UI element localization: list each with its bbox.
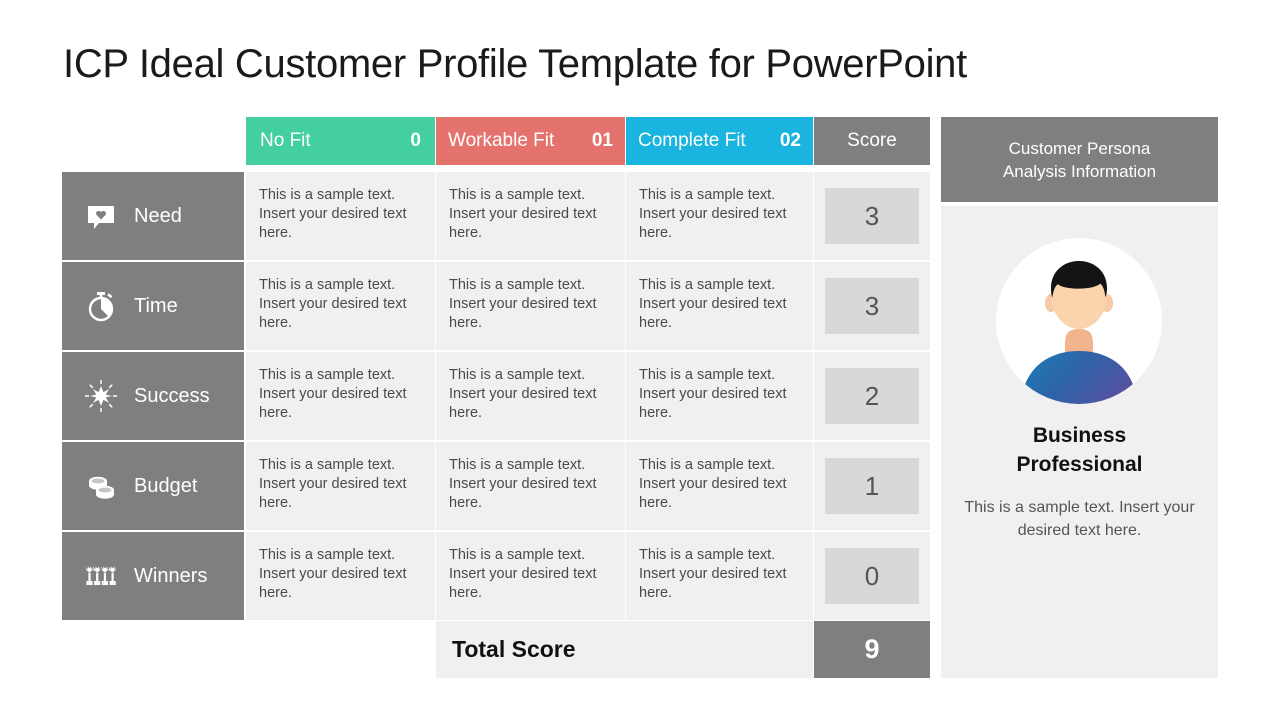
column-header-score[interactable]: Score — [814, 117, 930, 165]
criterion-label-time: Time — [134, 294, 178, 317]
persona-panel-body: Business Professional This is a sample t… — [941, 206, 1218, 678]
column-header-complete-fit-label: Complete Fit — [638, 130, 746, 151]
criterion-row-success[interactable]: Success — [62, 352, 244, 440]
cell-budget-no-fit-text: This is a sample text. Insert your desir… — [259, 457, 407, 511]
crowd-icon — [84, 559, 118, 593]
cell-winners-complete-fit[interactable]: This is a sample text. Insert your desir… — [626, 532, 813, 620]
cell-success-no-fit[interactable]: This is a sample text. Insert your desir… — [246, 352, 435, 440]
score-cell-time[interactable]: 3 — [814, 262, 930, 350]
cell-time-complete-fit-text: This is a sample text. Insert your desir… — [639, 277, 787, 331]
cell-time-complete-fit[interactable]: This is a sample text. Insert your desir… — [626, 262, 813, 350]
column-header-complete-fit[interactable]: Complete Fit 02 — [626, 117, 813, 165]
cell-need-no-fit[interactable]: This is a sample text. Insert your desir… — [246, 172, 435, 260]
criterion-row-need[interactable]: Need — [62, 172, 244, 260]
stopwatch-icon — [84, 289, 118, 323]
cell-winners-no-fit-text: This is a sample text. Insert your desir… — [259, 547, 407, 601]
total-score-value-box: 9 — [814, 621, 930, 678]
persona-description: This is a sample text. Insert your desir… — [964, 499, 1195, 539]
cell-success-workable-fit-text: This is a sample text. Insert your desir… — [449, 367, 597, 421]
cell-time-workable-fit[interactable]: This is a sample text. Insert your desir… — [436, 262, 625, 350]
cell-winners-complete-fit-text: This is a sample text. Insert your desir… — [639, 547, 787, 601]
column-header-no-fit[interactable]: No Fit 0 — [246, 117, 435, 165]
cell-winners-workable-fit[interactable]: This is a sample text. Insert your desir… — [436, 532, 625, 620]
score-cell-winners[interactable]: 0 — [814, 532, 930, 620]
cell-budget-no-fit[interactable]: This is a sample text. Insert your desir… — [246, 442, 435, 530]
cell-budget-workable-fit-text: This is a sample text. Insert your desir… — [449, 457, 597, 511]
cell-need-complete-fit[interactable]: This is a sample text. Insert your desir… — [626, 172, 813, 260]
persona-name: Business Professional — [1016, 424, 1143, 476]
starburst-icon — [84, 379, 118, 413]
criterion-row-time[interactable]: Time — [62, 262, 244, 350]
score-value-success: 2 — [825, 368, 919, 424]
criterion-label-success: Success — [134, 384, 210, 407]
coins-icon — [84, 469, 118, 503]
cell-success-no-fit-text: This is a sample text. Insert your desir… — [259, 367, 407, 421]
cell-need-complete-fit-text: This is a sample text. Insert your desir… — [639, 187, 787, 241]
cell-success-complete-fit-text: This is a sample text. Insert your desir… — [639, 367, 787, 421]
column-header-workable-fit-number: 01 — [591, 130, 613, 151]
column-header-no-fit-label: No Fit — [260, 130, 311, 151]
column-header-score-label: Score — [847, 130, 897, 151]
column-header-workable-fit[interactable]: Workable Fit 01 — [436, 117, 625, 165]
persona-panel-header-text: Customer Persona Analysis Information — [1002, 138, 1157, 181]
male-avatar-icon — [996, 238, 1162, 404]
cell-budget-complete-fit[interactable]: This is a sample text. Insert your desir… — [626, 442, 813, 530]
icp-scoring-matrix: No Fit 0 Workable Fit 01 Complete Fit 02… — [62, 117, 930, 678]
total-score-label: Total Score — [452, 636, 576, 662]
persona-panel-header: Customer Persona Analysis Information — [941, 117, 1218, 202]
cell-winners-no-fit[interactable]: This is a sample text. Insert your desir… — [246, 532, 435, 620]
cell-need-no-fit-text: This is a sample text. Insert your desir… — [259, 187, 407, 241]
page-title: ICP Ideal Customer Profile Template for … — [63, 42, 967, 86]
speech-bubble-heart-icon — [84, 199, 118, 233]
criterion-label-winners: Winners — [134, 564, 208, 587]
total-score-value: 9 — [864, 634, 880, 664]
score-cell-success[interactable]: 2 — [814, 352, 930, 440]
total-score-label-box: Total Score — [436, 621, 813, 678]
column-header-no-fit-number: 0 — [410, 130, 421, 151]
score-value-time: 3 — [825, 278, 919, 334]
cell-need-workable-fit[interactable]: This is a sample text. Insert your desir… — [436, 172, 625, 260]
cell-success-workable-fit[interactable]: This is a sample text. Insert your desir… — [436, 352, 625, 440]
criterion-label-need: Need — [134, 204, 182, 227]
cell-budget-workable-fit[interactable]: This is a sample text. Insert your desir… — [436, 442, 625, 530]
cell-success-complete-fit[interactable]: This is a sample text. Insert your desir… — [626, 352, 813, 440]
criterion-row-budget[interactable]: Budget — [62, 442, 244, 530]
criterion-label-budget: Budget — [134, 474, 198, 497]
criterion-row-winners[interactable]: Winners — [62, 532, 244, 620]
column-header-workable-fit-label: Workable Fit — [448, 130, 555, 151]
cell-need-workable-fit-text: This is a sample text. Insert your desir… — [449, 187, 597, 241]
score-cell-need[interactable]: 3 — [814, 172, 930, 260]
score-value-budget: 1 — [825, 458, 919, 514]
column-header-complete-fit-number: 02 — [779, 130, 801, 151]
matrix-header-row: No Fit 0 Workable Fit 01 Complete Fit 02… — [62, 117, 930, 165]
cell-time-workable-fit-text: This is a sample text. Insert your desir… — [449, 277, 597, 331]
score-value-need: 3 — [825, 188, 919, 244]
cell-winners-workable-fit-text: This is a sample text. Insert your desir… — [449, 547, 597, 601]
cell-time-no-fit[interactable]: This is a sample text. Insert your desir… — [246, 262, 435, 350]
score-cell-budget[interactable]: 1 — [814, 442, 930, 530]
score-value-winners: 0 — [825, 548, 919, 604]
cell-budget-complete-fit-text: This is a sample text. Insert your desir… — [639, 457, 787, 511]
cell-time-no-fit-text: This is a sample text. Insert your desir… — [259, 277, 407, 331]
customer-persona-panel: Customer Persona Analysis Information Bu… — [941, 117, 1218, 678]
